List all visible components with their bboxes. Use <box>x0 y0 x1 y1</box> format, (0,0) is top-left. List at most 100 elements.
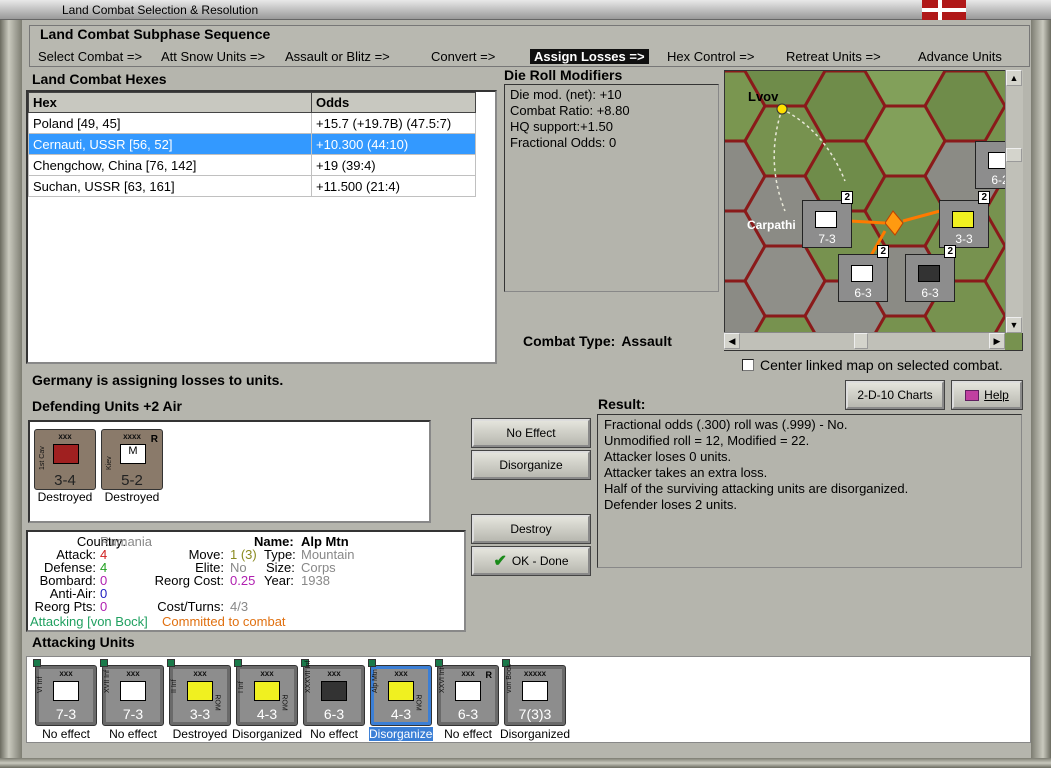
stack-marker-icon <box>234 659 242 667</box>
die-roll-modifiers: Die mod. (net): +10 Combat Ratio: +8.80 HQ… <box>504 84 719 292</box>
attacking-unit[interactable]: xxx XXXVII Inf 6-3 <box>301 659 365 726</box>
attacking-unit[interactable]: xxx I Inf ROM 4-3 <box>234 659 298 726</box>
modifier-line: Die mod. (net): +10 <box>510 87 622 102</box>
stack-marker-icon <box>167 659 175 667</box>
book-icon <box>965 389 980 401</box>
attacking-unit[interactable]: xxx Alp Mtn ROM 4-3 <box>368 659 432 726</box>
disorganize-button[interactable]: Disorganize <box>471 450 591 480</box>
unit-symbol-icon <box>455 681 481 701</box>
modifier-line: Fractional Odds: 0 <box>510 135 617 150</box>
cost-turns-value: 4/3 <box>230 599 249 614</box>
map-horizontal-scrollbar[interactable]: ◀ ▶ <box>724 332 1005 350</box>
odds-cell: +11.500 (21:4) <box>311 175 476 197</box>
hexes-title: Land Combat Hexes <box>32 71 167 87</box>
odds-cell: +19 (39:4) <box>311 154 476 176</box>
map-unit-counter[interactable]: 2 3-3 <box>939 191 990 248</box>
defending-unit[interactable]: xxxx R M Kiev 5-2 <box>101 429 163 490</box>
hex-cell: Chengchow, China [76, 142] <box>28 154 312 176</box>
stack-marker-icon <box>435 659 443 667</box>
result-line: Attacker takes an extra loss. <box>604 465 768 480</box>
combat-hexes-list[interactable]: Hex Odds Poland [49, 45] +15.7 (+19.7B) (… <box>26 90 497 364</box>
combat-type: Combat Type: Assault <box>523 333 672 349</box>
window-title: Land Combat Selection & Resolution <box>62 3 259 17</box>
step-att-snow: Att Snow Units => <box>161 49 266 64</box>
ok-done-button[interactable]: ✔ OK - Done <box>471 546 591 576</box>
year-value: 1938 <box>301 573 330 588</box>
map-region-label: Carpathi <box>747 218 796 232</box>
hex-cell: Poland [49, 45] <box>28 112 312 134</box>
attacking-unit[interactable]: xxx II Inf ROM 3-3 <box>167 659 231 726</box>
unit-result: Disorganized <box>369 727 440 741</box>
attacking-units-panel[interactable]: xxx VI Inf 7-3 No effect xxx XVII Inf 7-3 No ef… <box>26 656 1031 743</box>
help-button[interactable]: Help <box>951 380 1023 410</box>
result-line: Defender loses 2 units. <box>604 497 737 512</box>
title-bar[interactable]: Land Combat Selection & Resolution <box>0 0 1051 20</box>
reorg-pts-value: 0 <box>100 599 108 614</box>
step-retreat: Retreat Units => <box>786 49 881 64</box>
odds-cell: +15.7 (+19.7B) (47.5:7) <box>311 112 476 134</box>
hexes-table: Hex Odds Poland [49, 45] +15.7 (+19.7B) (… <box>28 92 476 197</box>
attacking-unit[interactable]: xxx VI Inf 7-3 <box>33 659 97 726</box>
unit-symbol-icon <box>321 681 347 701</box>
scroll-up-icon[interactable]: ▲ <box>1006 70 1022 86</box>
odds-column-header[interactable]: Odds <box>311 92 476 113</box>
map-city-label: Lvov <box>748 89 779 104</box>
defending-units-panel[interactable]: xxx 1st Cav 3-4 Destroyed xxxx R M Kiev … <box>28 420 431 523</box>
modifier-line: Combat Ratio: +8.80 <box>510 103 630 118</box>
scroll-left-icon[interactable]: ◀ <box>724 333 740 349</box>
vertical-scroll-thumb[interactable] <box>1006 148 1022 162</box>
destroy-button[interactable]: Destroy <box>471 514 591 544</box>
combat-type-value: Assault <box>621 333 672 349</box>
unit-info-panel: Country: Rumania Name: Alp Mtn Attack: 4 Mo… <box>26 530 466 632</box>
result-line: Unmodified roll = 12, Modified = 22. <box>604 433 810 448</box>
scroll-down-icon[interactable]: ▼ <box>1006 317 1022 333</box>
result-line: Fractional odds (.300) roll was (.999) -… <box>604 417 848 432</box>
step-select-combat: Select Combat => <box>38 49 143 64</box>
left-frame <box>0 20 22 768</box>
attacking-unit[interactable]: xxx XVII Inf 7-3 <box>100 659 164 726</box>
linked-map[interactable]: Lvov Carpathi 2 7-3 2 3-3 2 6-3 2 6-3 6-… <box>724 70 1023 351</box>
attacking-unit[interactable]: xxxxx von Bock 7(3)3 <box>502 659 566 726</box>
stack-marker-icon <box>100 659 108 667</box>
status-message: Germany is assigning losses to units. <box>32 372 284 388</box>
result-line: Half of the surviving attacking units ar… <box>604 481 909 496</box>
horizontal-scroll-thumb[interactable] <box>854 333 868 349</box>
unit-symbol-icon <box>53 444 79 464</box>
attacking-unit[interactable]: xxx XXVI Inf R 6-3 <box>435 659 499 726</box>
unit-result: Disorganized <box>499 727 571 741</box>
checkbox-icon[interactable] <box>742 359 754 371</box>
table-row[interactable]: Suchan, USSR [63, 161] +11.500 (21:4) <box>28 175 476 197</box>
hex-cell: Suchan, USSR [63, 161] <box>28 175 312 197</box>
scroll-right-icon[interactable]: ▶ <box>989 333 1005 349</box>
map-unit-counter[interactable]: 2 6-3 <box>838 245 889 302</box>
result-title: Result: <box>598 396 646 412</box>
unit-symbol-icon <box>388 681 414 701</box>
step-convert: Convert => <box>431 49 496 64</box>
unit-symbol-icon <box>53 681 79 701</box>
defending-title: Defending Units +2 Air <box>32 398 183 414</box>
unit-result: Destroyed <box>104 490 160 504</box>
no-effect-button[interactable]: No Effect <box>471 418 591 448</box>
table-row-selected[interactable]: Cernauti, USSR [56, 52] +10.300 (44:10) <box>28 133 476 155</box>
map-vertical-scrollbar[interactable]: ▲ ▼ <box>1005 70 1023 333</box>
committed-status: Committed to combat <box>162 614 286 629</box>
defending-unit[interactable]: xxx 1st Cav 3-4 <box>34 429 96 490</box>
right-frame <box>1031 20 1051 768</box>
result-line: Attacker loses 0 units. <box>604 449 732 464</box>
stack-marker-icon <box>33 659 41 667</box>
country-value: Rumania <box>100 534 153 549</box>
combat-type-label: Combat Type: <box>523 333 616 349</box>
step-advance: Advance Units <box>918 49 1002 64</box>
unit-symbol-icon <box>522 681 548 701</box>
table-row[interactable]: Chengchow, China [76, 142] +19 (39:4) <box>28 154 476 176</box>
charts-button[interactable]: 2-D-10 Charts <box>845 380 945 410</box>
result-panel: Fractional odds (.300) roll was (.999) -… <box>597 414 1022 568</box>
center-map-checkbox[interactable]: Center linked map on selected combat. <box>742 357 1003 373</box>
map-unit-counter[interactable]: 2 6-3 <box>905 245 956 302</box>
step-assault-blitz: Assault or Blitz => <box>285 49 390 64</box>
attacking-title: Attacking Units <box>32 634 135 650</box>
checkmark-icon: ✔ <box>493 553 507 570</box>
table-row[interactable]: Poland [49, 45] +15.7 (+19.7B) (47.5:7) <box>28 112 476 134</box>
map-unit-counter[interactable]: 2 7-3 <box>802 191 853 248</box>
hex-column-header[interactable]: Hex <box>28 92 312 113</box>
